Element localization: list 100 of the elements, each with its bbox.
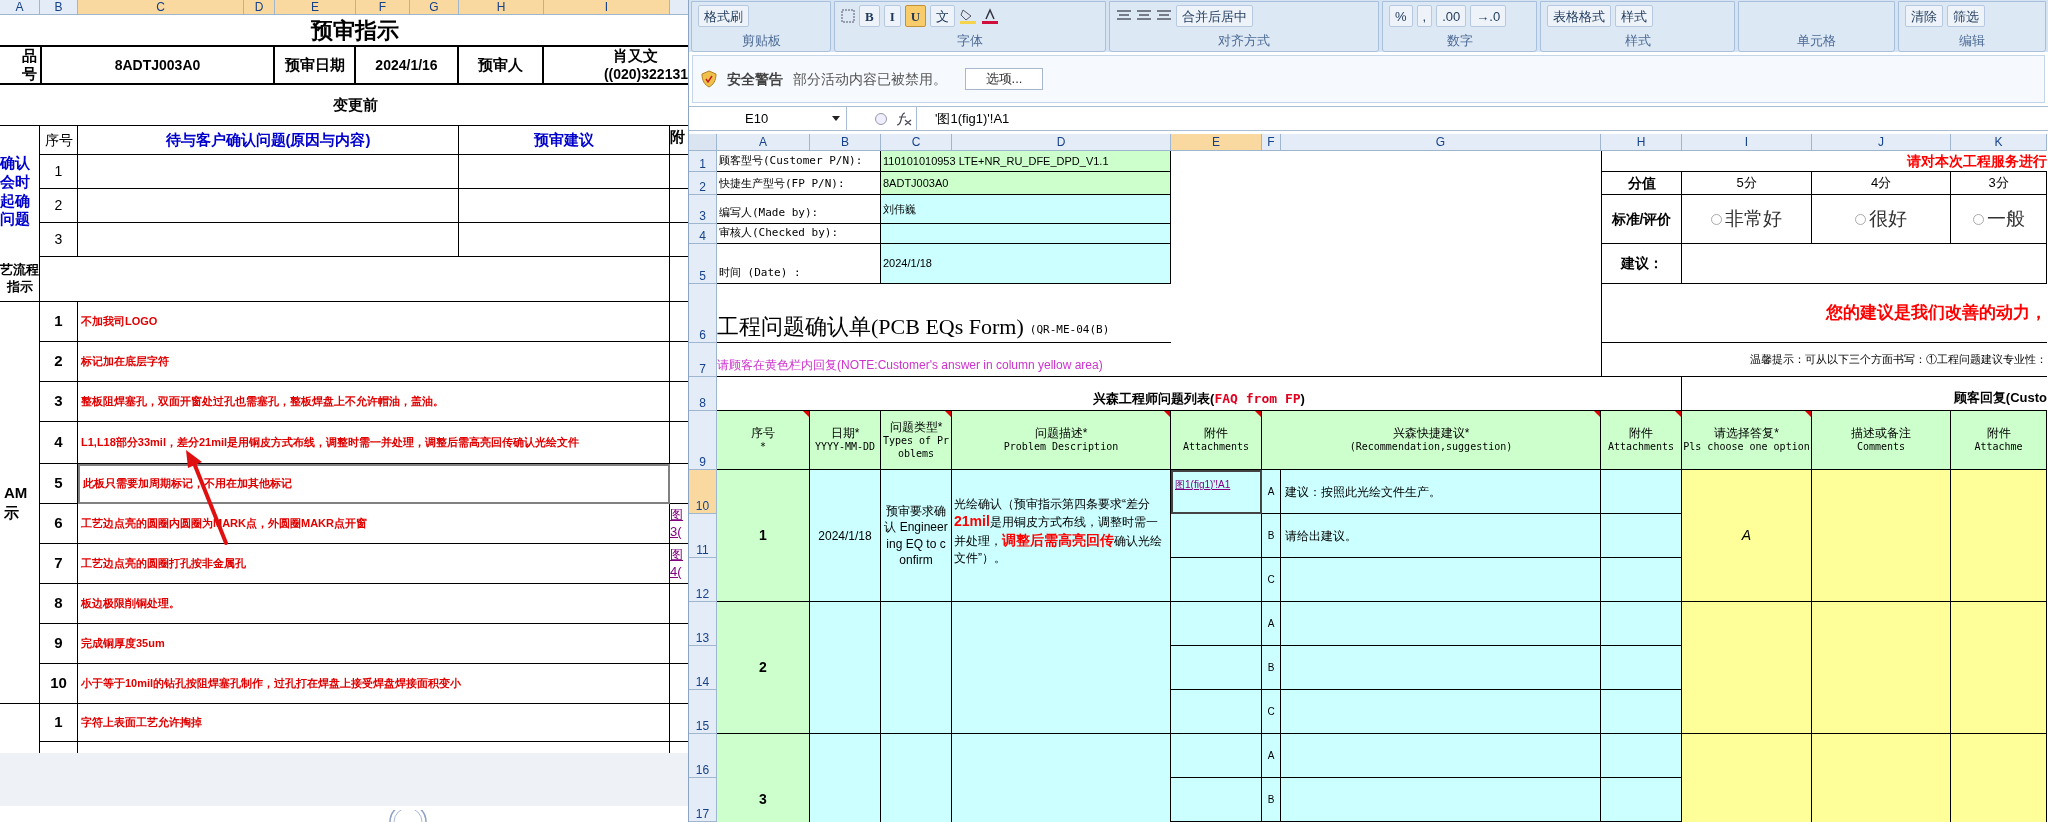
table-cell: 3 — [40, 382, 78, 422]
toolbar-button[interactable]: 筛选 — [1947, 5, 1985, 27]
column-header[interactable]: B — [810, 134, 881, 151]
toolbar-button[interactable]: U — [904, 5, 927, 27]
row-header[interactable]: 8 — [689, 377, 717, 411]
column-header[interactable]: E — [275, 0, 356, 15]
table-cell: 标记加在底层字符 — [78, 342, 670, 382]
table-cell: 3分 — [1951, 172, 2047, 195]
field-value: 110101010953 LTE+NR_RU_DFE_DPD_V1.1 — [881, 151, 1171, 172]
input-field[interactable] — [1812, 470, 1951, 602]
column-header[interactable]: E — [1171, 134, 1262, 151]
header-text: 附件 — [1204, 426, 1228, 442]
column-header[interactable]: A — [717, 134, 810, 151]
toolbar-button[interactable]: 格式刷 — [698, 5, 749, 27]
field-label: 分值 — [1601, 172, 1682, 195]
header-subtext: * — [760, 441, 766, 454]
header-subtext: Types of Problems — [881, 435, 951, 460]
row-header[interactable]: 11 — [689, 514, 717, 558]
align-icon — [1156, 9, 1172, 23]
sheet-title: 预审指示 — [309, 16, 400, 45]
input-field[interactable] — [1812, 602, 1951, 734]
row-header[interactable]: 1 — [689, 151, 717, 172]
toolbar-button[interactable]: , — [1416, 5, 1433, 27]
column-header[interactable]: A — [0, 0, 40, 15]
row-header[interactable]: 2 — [689, 172, 717, 195]
column-header[interactable]: G — [410, 0, 459, 15]
row-header[interactable]: 12 — [689, 558, 717, 602]
column-header[interactable]: H — [1601, 134, 1682, 151]
input-field[interactable] — [1951, 470, 2047, 602]
table-cell: 小于等于10mil的钻孔按阻焊塞孔制作，过孔打在焊盘上接受焊盘焊接面积变小 — [78, 664, 670, 704]
radio-button[interactable] — [1972, 213, 1984, 225]
table-cell: 不加我司LOGO — [78, 302, 670, 342]
round-logo-icon — [388, 810, 428, 822]
column-header[interactable]: C — [881, 134, 952, 151]
row-header[interactable]: 16 — [689, 734, 717, 778]
radio-button[interactable] — [1711, 213, 1722, 225]
field-value: 刘伟巍 — [881, 195, 1171, 224]
table-cell: 10 — [40, 664, 78, 704]
row-header[interactable]: 7 — [689, 343, 717, 377]
table-cell: B — [1262, 778, 1281, 822]
header-subtext: (Recommendation,suggestion) — [1349, 441, 1513, 454]
column-header[interactable]: G — [1281, 134, 1601, 151]
input-field[interactable]: A — [1682, 470, 1812, 602]
column-header[interactable]: D — [244, 0, 275, 15]
row-header[interactable]: 6 — [689, 284, 717, 343]
form-title: 工程问题确认单(PCB EQs Form) — [717, 316, 1024, 338]
column-header[interactable] — [670, 0, 688, 15]
column-header[interactable]: H — [459, 0, 544, 15]
table-cell: 预审要求确认 Engineering EQ to confirm — [881, 470, 952, 602]
name-box[interactable]: E10 — [689, 107, 847, 130]
header-subtext: Attachme — [1974, 441, 2023, 454]
toolbar-button[interactable]: 合并后居中 — [1176, 5, 1253, 27]
toolbar-button[interactable]: 样式 — [1615, 5, 1653, 27]
row-header[interactable]: 9 — [689, 411, 717, 470]
row-header[interactable]: 10 — [689, 470, 717, 514]
column-header[interactable]: K — [1951, 134, 2047, 151]
column-header[interactable]: F — [1262, 134, 1281, 151]
column-header[interactable]: C — [78, 0, 244, 15]
column-label: 序号 — [40, 125, 78, 155]
option-label: 非常好 — [1725, 206, 1782, 231]
select-all-corner[interactable] — [689, 134, 717, 151]
row-header[interactable]: 17 — [689, 778, 717, 822]
toolbar-button[interactable]: .00 — [1436, 5, 1467, 27]
toolbar-button[interactable]: 清除 — [1905, 5, 1943, 27]
formula-field[interactable]: '图1(fig1)'!A1 — [917, 108, 1010, 129]
input-field[interactable] — [1951, 602, 2047, 734]
table-cell: 2024/1/16 — [356, 45, 459, 85]
toolbar-button[interactable]: →.0 — [1470, 5, 1507, 27]
group-label: 字体 — [956, 31, 984, 50]
toolbar-button[interactable]: I — [883, 5, 901, 27]
column-header[interactable]: I — [544, 0, 670, 15]
field-value: 2024/1/18 — [881, 244, 1171, 284]
radio-button[interactable] — [1855, 213, 1866, 225]
column-header[interactable]: J — [1812, 134, 1951, 151]
column-header[interactable]: F — [356, 0, 410, 15]
row-header[interactable]: 13 — [689, 602, 717, 646]
table-cell: C — [1262, 690, 1281, 734]
column-header[interactable]: D — [952, 134, 1171, 151]
row-header[interactable]: 4 — [689, 224, 717, 244]
fill-color-icon — [959, 8, 978, 24]
input-field[interactable] — [1682, 244, 2047, 284]
table-cell: 2 — [40, 342, 78, 382]
row-header[interactable]: 14 — [689, 646, 717, 690]
row-header[interactable]: 5 — [689, 244, 717, 284]
row-header[interactable]: 15 — [689, 690, 717, 734]
toolbar-button[interactable]: 表格格式 — [1547, 5, 1611, 27]
column-header[interactable]: I — [1682, 134, 1812, 151]
header-subtext: Attachments — [1607, 441, 1675, 454]
input-field[interactable] — [1682, 602, 1812, 734]
options-button[interactable]: 选项... — [965, 68, 1043, 90]
table-cell: 完成铜厚度35um — [78, 624, 670, 664]
row-header[interactable]: 3 — [689, 195, 717, 224]
toolbar-button[interactable]: B — [859, 5, 880, 27]
toolbar-button[interactable]: 文 — [930, 5, 956, 27]
column-header[interactable]: B — [40, 0, 78, 15]
cell-reference: E10 — [744, 109, 769, 128]
attachment-link[interactable]: 图4( — [670, 544, 688, 584]
attachment-link[interactable]: 图1(fig1)'!A1 — [1175, 477, 1231, 492]
toolbar-button[interactable]: % — [1389, 5, 1413, 27]
attachment-link[interactable]: 图3( — [670, 504, 688, 544]
